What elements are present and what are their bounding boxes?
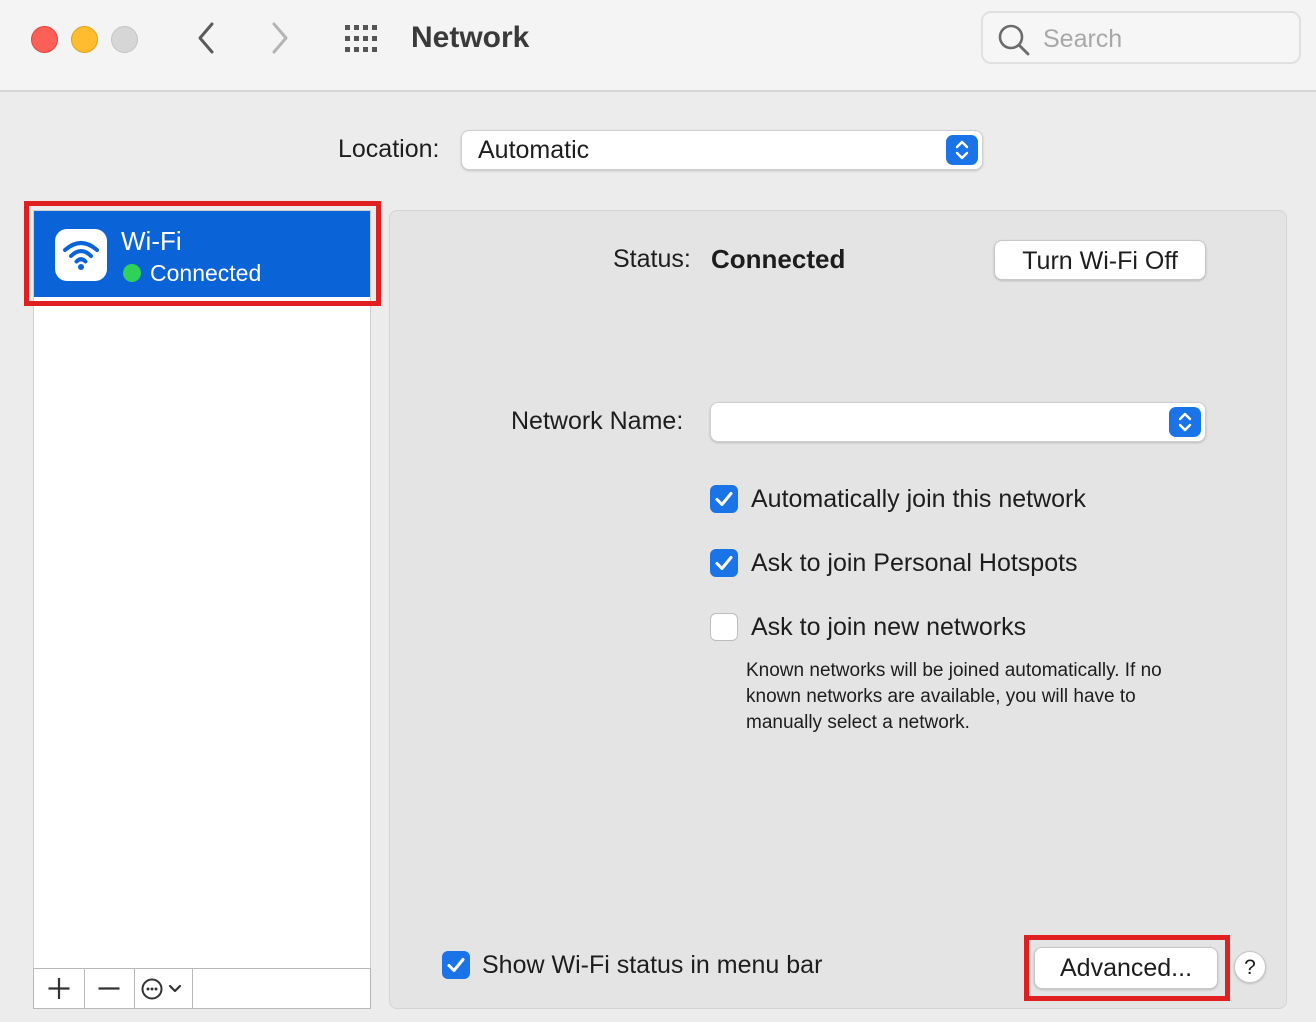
plus-icon	[48, 978, 70, 999]
up-down-chevron-icon	[955, 140, 969, 160]
status-value: Connected	[711, 244, 846, 274]
known-networks-help-text: Known networks will be joined automatica…	[746, 660, 1162, 733]
search-field[interactable]	[981, 11, 1301, 64]
turn-wifi-off-button[interactable]: Turn Wi-Fi Off	[994, 240, 1206, 280]
service-list-toolbar	[33, 968, 371, 1009]
auto-join-checkbox[interactable]	[710, 485, 738, 513]
checkmark-icon	[715, 492, 733, 506]
status-label: Status:	[613, 245, 691, 273]
remove-service-button[interactable]	[84, 969, 135, 1008]
service-status: Connected	[150, 260, 262, 286]
personal-hotspots-checkbox[interactable]	[710, 549, 738, 577]
help-button[interactable]: ?	[1234, 951, 1266, 983]
personal-hotspots-label: Ask to join Personal Hotspots	[751, 549, 1078, 577]
show-status-menubar-checkbox[interactable]	[442, 951, 470, 979]
service-list: Wi-Fi Connected	[33, 210, 371, 970]
search-icon	[998, 24, 1030, 56]
network-name-select[interactable]	[710, 402, 1206, 442]
minus-icon	[98, 987, 120, 990]
new-networks-checkbox[interactable]	[710, 613, 738, 641]
grid-icon	[345, 25, 377, 52]
minimize-window-button[interactable]	[71, 26, 98, 53]
chevron-left-icon	[198, 22, 214, 54]
up-down-chevron-icon	[1178, 412, 1192, 432]
location-stepper	[946, 135, 978, 165]
checkmark-icon	[715, 556, 733, 570]
zoom-window-button[interactable]	[111, 26, 138, 53]
wifi-icon	[63, 241, 99, 270]
ellipsis-circle-icon	[141, 978, 182, 1000]
service-name: Wi-Fi	[121, 226, 182, 256]
show-status-menubar-label: Show Wi-Fi status in menu bar	[482, 951, 823, 979]
close-window-button[interactable]	[31, 26, 58, 53]
location-label: Location:	[338, 135, 440, 163]
back-button[interactable]	[186, 18, 226, 58]
action-menu-button[interactable]	[134, 969, 193, 1008]
status-dot	[123, 264, 141, 282]
network-name-label: Network Name:	[511, 407, 684, 435]
new-networks-label: Ask to join new networks	[751, 613, 1027, 641]
window-title: Network	[411, 21, 530, 54]
advanced-button[interactable]: Advanced...	[1034, 947, 1218, 989]
network-name-stepper	[1169, 407, 1201, 437]
show-all-grid-button[interactable]	[343, 24, 383, 54]
checkmark-icon	[447, 958, 465, 972]
service-item-wifi[interactable]: Wi-Fi Connected	[34, 211, 370, 297]
add-service-button[interactable]	[34, 969, 85, 1008]
location-value: Automatic	[478, 136, 590, 164]
search-input[interactable]	[1041, 21, 1285, 57]
wifi-tile	[55, 229, 107, 281]
auto-join-label: Automatically join this network	[751, 485, 1086, 513]
forward-button[interactable]	[260, 18, 300, 58]
location-select[interactable]: Automatic	[461, 130, 983, 170]
title-bar: Network	[0, 0, 1316, 92]
chevron-right-icon	[272, 22, 288, 54]
